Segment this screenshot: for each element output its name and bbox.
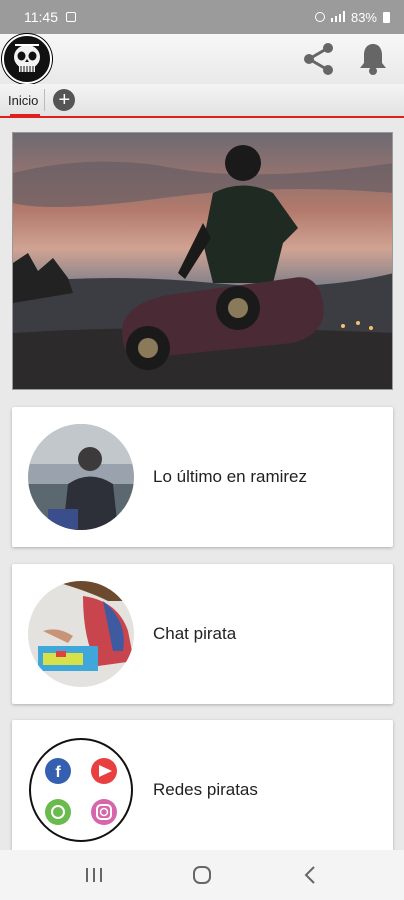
hero-image[interactable] [12, 132, 393, 390]
plus-icon: + [58, 89, 71, 111]
skull-logo-icon[interactable] [2, 34, 52, 84]
status-time: 11:45 [24, 9, 58, 25]
notification-icon [66, 12, 76, 22]
bell-icon[interactable] [352, 38, 394, 80]
child-painting-avatar-icon [28, 581, 134, 687]
card-label: Redes piratas [153, 780, 258, 799]
app-bar [0, 34, 404, 84]
alarm-icon [314, 12, 325, 22]
tab-divider [44, 89, 46, 111]
add-tab-button[interactable]: + [53, 89, 76, 111]
battery-icon [383, 11, 390, 23]
signal-icon [330, 10, 345, 25]
status-bar: 11:45 83% [0, 0, 404, 34]
card-chat-pirata[interactable]: Chat pirata [12, 564, 393, 704]
child-photo-avatar-icon [28, 424, 134, 530]
content-area[interactable]: Lo último en ramirez Chat pirata f Redes… [0, 120, 404, 850]
card-label: Lo último en ramirez [153, 467, 308, 486]
back-button[interactable] [285, 855, 335, 895]
tab-bar: Inicio + [0, 84, 404, 118]
share-icon[interactable] [298, 38, 340, 80]
card-label: Chat pirata [153, 624, 237, 643]
tab-label: Inicio [8, 92, 39, 108]
svg-text:f: f [55, 764, 61, 781]
battery-percentage: 83% [350, 9, 377, 25]
card-lo-ultimo[interactable]: Lo último en ramirez [12, 407, 393, 547]
home-button[interactable] [177, 855, 227, 895]
social-networks-avatar-icon: f [28, 737, 134, 843]
recent-apps-button[interactable] [69, 855, 119, 895]
card-redes-piratas[interactable]: f Redes piratas [12, 720, 393, 850]
active-tab-indicator [10, 114, 40, 118]
system-nav-bar [0, 850, 404, 900]
tab-inicio[interactable]: Inicio [4, 84, 42, 118]
